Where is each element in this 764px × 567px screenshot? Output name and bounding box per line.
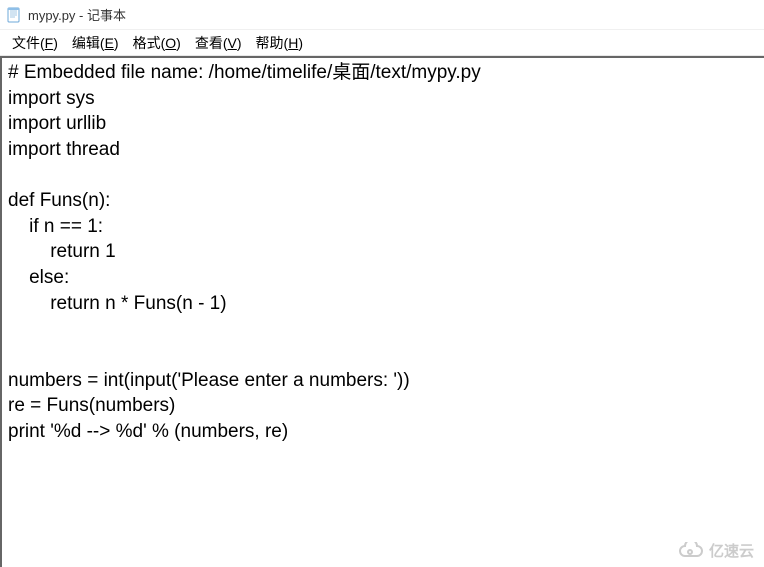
title-bar: mypy.py - 记事本 [0,0,764,30]
editor-content[interactable]: # Embedded file name: /home/timelife/桌面/… [0,56,764,567]
menu-format[interactable]: 格式(O) [129,31,185,55]
menu-help[interactable]: 帮助(H) [252,31,307,55]
menu-edit[interactable]: 编辑(E) [68,31,123,55]
menu-view[interactable]: 查看(V) [191,31,246,55]
notepad-icon [6,7,22,23]
window-title: mypy.py - 记事本 [28,5,126,24]
menu-bar: 文件(F) 编辑(E) 格式(O) 查看(V) 帮助(H) [0,30,764,56]
menu-file[interactable]: 文件(F) [8,31,62,55]
